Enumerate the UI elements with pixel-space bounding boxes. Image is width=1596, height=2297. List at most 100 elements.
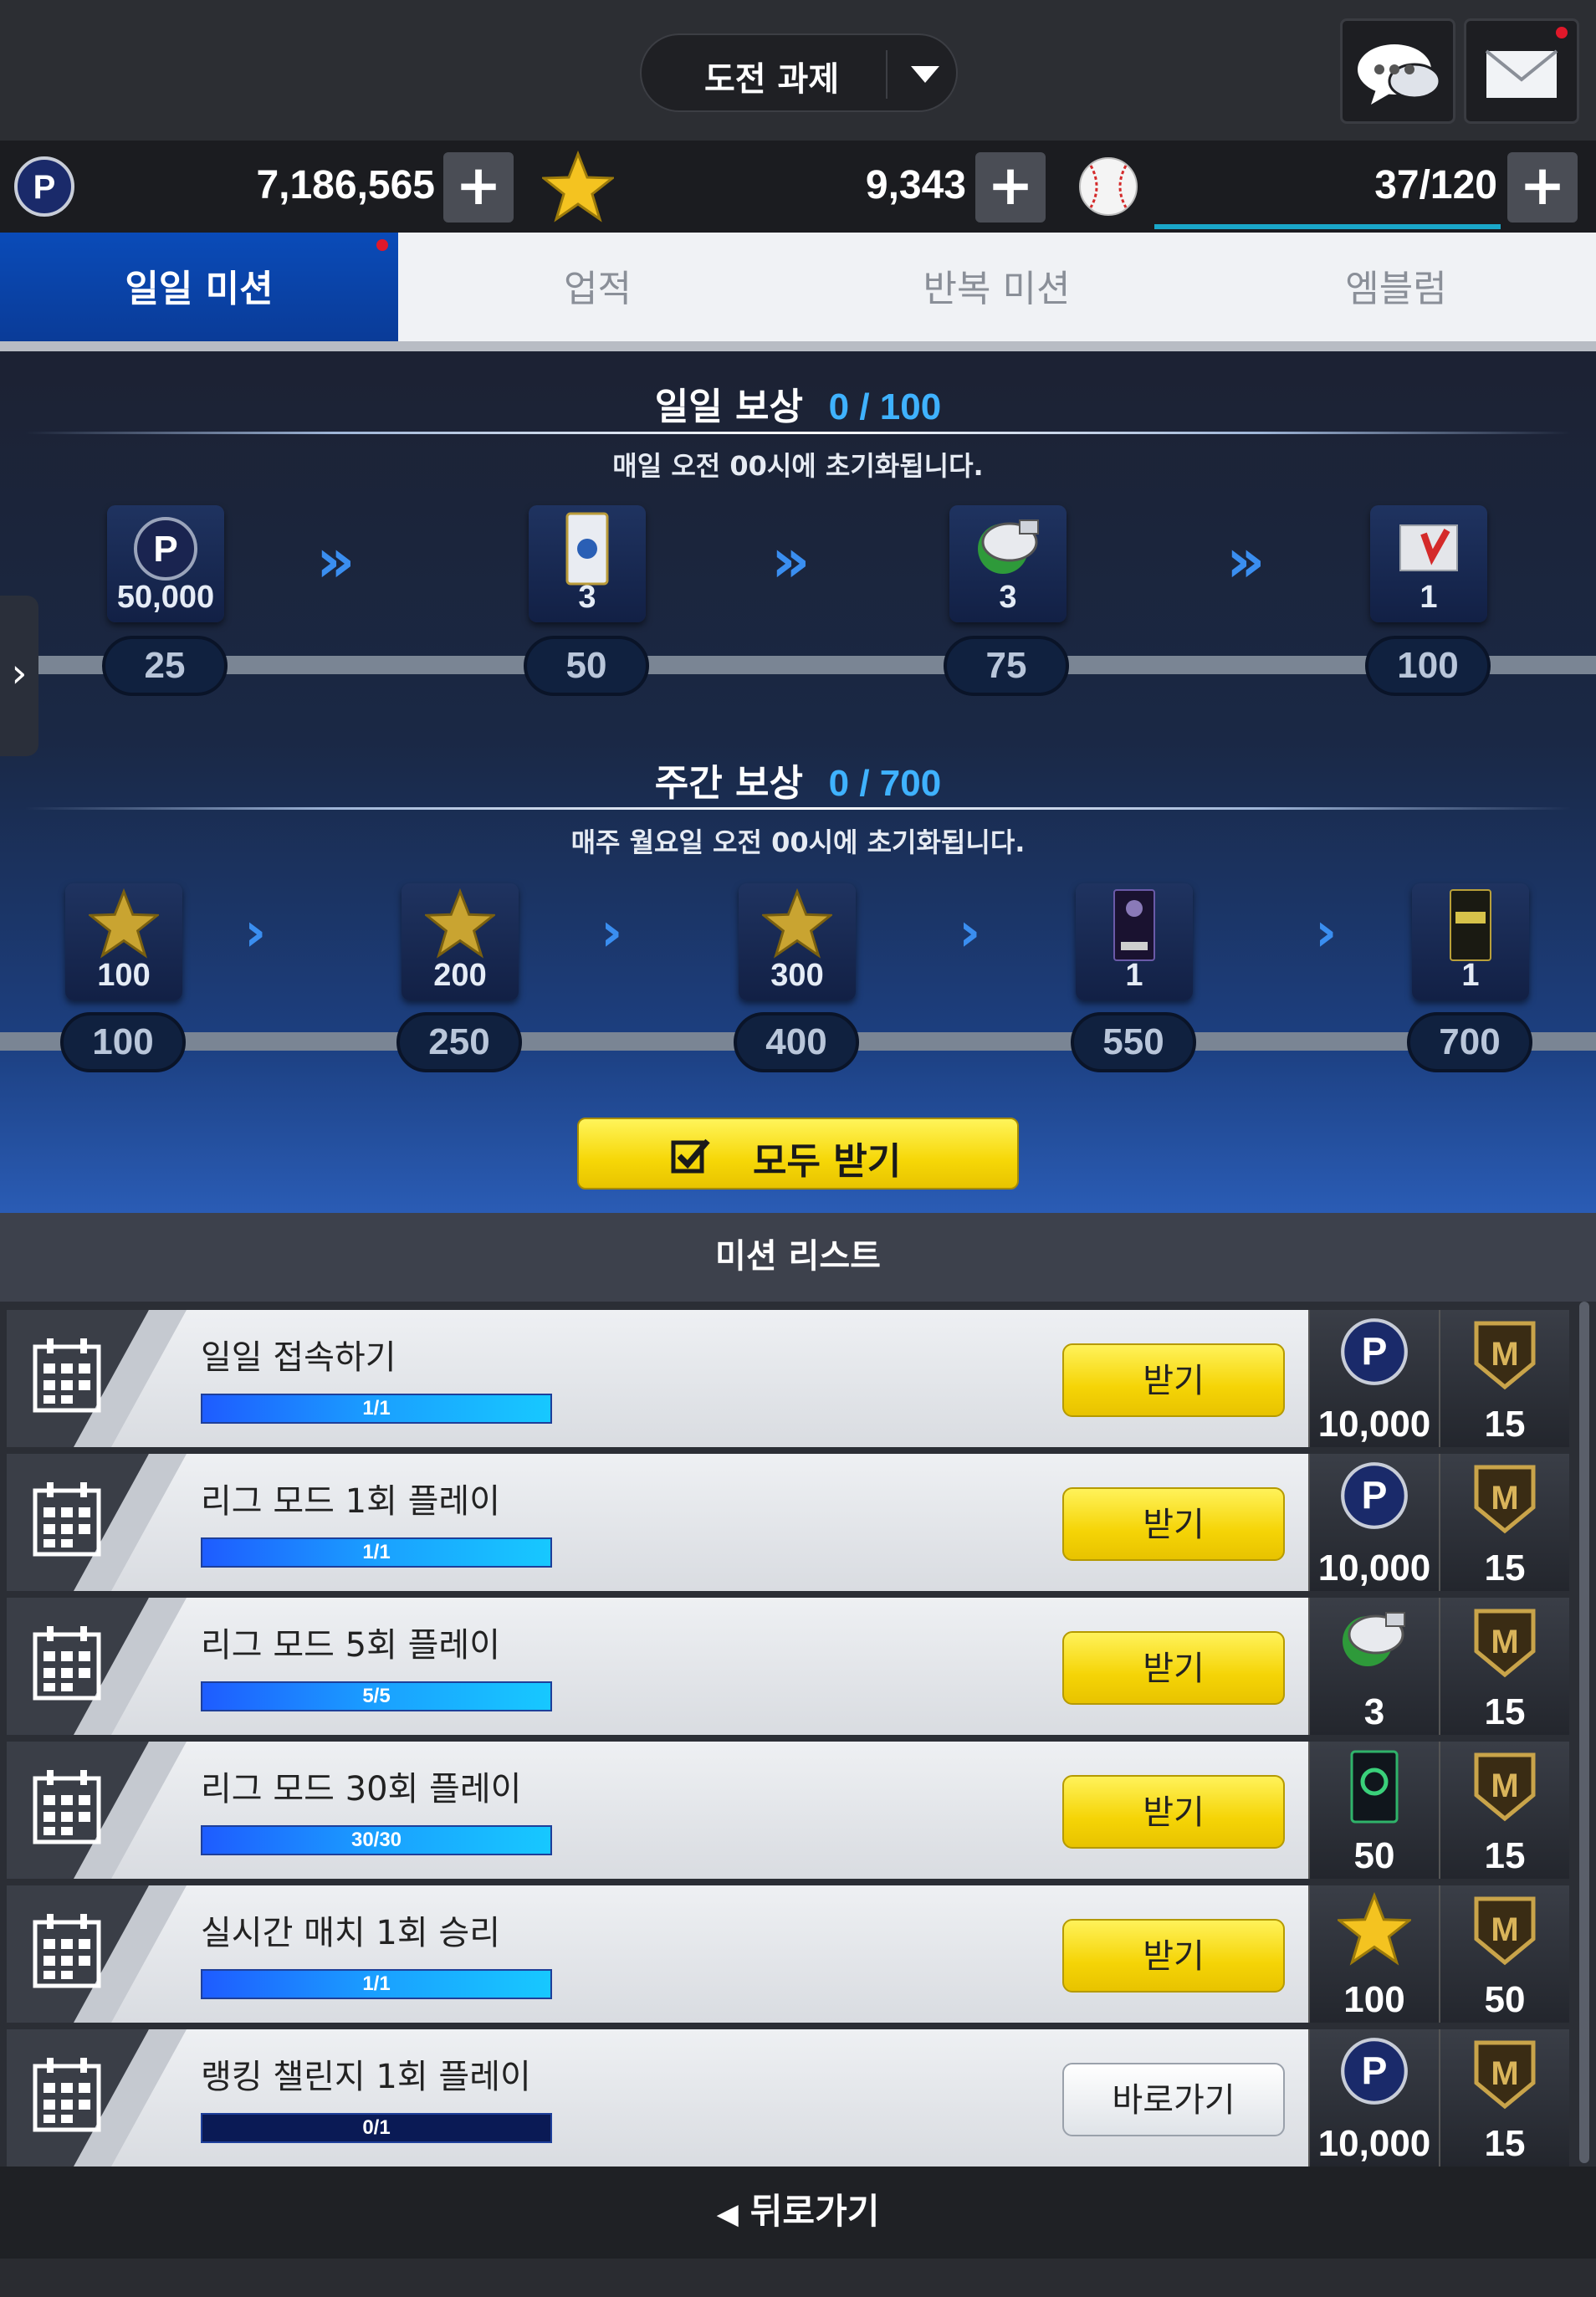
p-coin-icon: P: [1310, 2036, 1439, 2110]
claim-button[interactable]: 받기: [1062, 1487, 1285, 1561]
mail-button[interactable]: [1464, 18, 1579, 124]
claim-button[interactable]: 받기: [1062, 1343, 1285, 1417]
daily-reward-2[interactable]: 3: [529, 505, 646, 622]
stars-value: 9,343: [865, 163, 966, 207]
mission-name: 리그 모드 1회 플레이: [201, 1482, 500, 1521]
list-scrollbar[interactable]: [1579, 1302, 1589, 2163]
mission-row: 리그 모드 5회 플레이 5/5 받기 3 M 15: [7, 1598, 1576, 1735]
tab-label: 일일 미션: [125, 268, 274, 310]
mission-progress-bar: 1/1: [201, 1537, 552, 1568]
tab-emblem[interactable]: 엠블럼: [1196, 233, 1596, 351]
claim-button[interactable]: 받기: [1062, 1631, 1285, 1705]
chevron-right-icon: ›: [601, 902, 623, 964]
daily-reward-1[interactable]: P 50,000: [107, 505, 224, 622]
tab-daily-missions[interactable]: 일일 미션: [0, 233, 398, 351]
claim-all-label: 모두 받기: [753, 1140, 902, 1183]
star-icon: [89, 888, 159, 959]
weekly-reward-5[interactable]: 1: [1412, 883, 1529, 1000]
dropdown-label: 도전 과제: [704, 60, 840, 99]
svg-text:M: M: [1491, 1624, 1518, 1660]
reward-qty: 1: [1125, 958, 1143, 993]
mission-row: 랭킹 챌린지 1회 플레이 0/1 바로가기 P 10,000 M 15: [7, 2029, 1576, 2167]
reward-goal: 75: [944, 636, 1069, 696]
reward-amount: 10,000: [1317, 1404, 1431, 1445]
claim-button[interactable]: 받기: [1062, 1775, 1285, 1849]
reward-qty: 3: [578, 580, 596, 615]
claim-button[interactable]: 받기: [1062, 1919, 1285, 1993]
add-points-button[interactable]: +: [443, 152, 514, 223]
daily-title-text: 일일 보상: [654, 386, 804, 428]
mission-row: 리그 모드 1회 플레이 1/1 받기 P 10,000 M 15: [7, 1454, 1576, 1591]
svg-text:M: M: [1491, 1336, 1518, 1373]
tab-underline: [0, 341, 1596, 351]
side-expand-handle[interactable]: ›: [0, 596, 38, 756]
currency-bar: P 7,186,565 + 9,343 + 37/120 +: [0, 141, 1596, 233]
mission-name: 랭킹 챌린지 1회 플레이: [201, 2058, 531, 2096]
p-coin-icon: P: [1310, 1461, 1439, 1534]
energy-value: 37/120: [1374, 163, 1497, 207]
reward-amount: 100: [1343, 1979, 1405, 2020]
tab-achievements[interactable]: 업적: [398, 233, 797, 351]
reward-slot-2: M 15: [1439, 1454, 1569, 1591]
add-energy-button[interactable]: +: [1507, 152, 1578, 223]
chevron-right-icon: ›: [1315, 902, 1338, 964]
m-badge-icon: M: [1440, 1604, 1569, 1683]
reward-slot-1: P 10,000: [1308, 2029, 1439, 2167]
reward-slot-2: M 15: [1439, 1742, 1569, 1879]
weekly-reward-4[interactable]: 1: [1076, 883, 1193, 1000]
reward-amount: 15: [1484, 1691, 1526, 1732]
tab-repeat-missions[interactable]: 반복 미션: [797, 233, 1196, 351]
reward-amount: 15: [1484, 1548, 1526, 1588]
progress-text: 0/1: [362, 2116, 391, 2139]
star-icon: [542, 151, 614, 223]
category-dropdown[interactable]: 도전 과제: [640, 33, 958, 112]
reward-qty: 1: [1461, 958, 1480, 993]
reward-slot-2: M 15: [1439, 1598, 1569, 1735]
m-badge-icon: M: [1440, 1317, 1569, 1395]
claim-all-button[interactable]: 모두 받기: [577, 1118, 1019, 1189]
svg-text:M: M: [1491, 1911, 1518, 1948]
svg-text:P: P: [1362, 1474, 1388, 1517]
reward-slot-2: M 50: [1439, 1885, 1569, 2023]
dropdown-divider: [886, 50, 888, 99]
svg-text:M: M: [1491, 1480, 1518, 1517]
chat-bubble-icon: [1358, 44, 1441, 105]
tab-label: 반복 미션: [923, 268, 1071, 310]
svg-text:P: P: [1362, 2049, 1388, 2093]
chat-button[interactable]: [1340, 18, 1455, 124]
weekly-reward-3[interactable]: 300: [739, 883, 856, 1000]
mail-icon: [1485, 27, 1568, 98]
mission-progress-bar: 1/1: [201, 1394, 552, 1424]
p-coin-icon: P: [1310, 1317, 1439, 1390]
daily-reset-text: 매일 오전 00시에 초기화됩니다.: [612, 450, 984, 482]
reward-amount: 15: [1484, 2123, 1526, 2164]
mission-row: 리그 모드 30회 플레이 30/30 받기 50 M 15: [7, 1742, 1576, 1879]
double-chevron-icon: »: [316, 525, 356, 596]
double-chevron-icon: »: [1226, 525, 1266, 596]
mission-progress-bar: 5/5: [201, 1681, 552, 1711]
add-stars-button[interactable]: +: [975, 152, 1046, 223]
reward-slot-1: P 10,000: [1308, 1310, 1439, 1447]
weekly-reward-2[interactable]: 200: [402, 883, 519, 1000]
weekly-progress: 0 / 700: [828, 763, 942, 804]
mission-tabs: 일일 미션 업적 반복 미션 엠블럼: [0, 233, 1596, 351]
svg-text:P: P: [1362, 1330, 1388, 1374]
daily-reward-3[interactable]: 3: [949, 505, 1067, 622]
reward-goal: 100: [60, 1012, 186, 1072]
calendar-icon: [33, 1770, 101, 1844]
reward-slot-1: 100: [1308, 1885, 1439, 2023]
reward-goal: 550: [1071, 1012, 1196, 1072]
chevron-right-icon: ›: [244, 902, 267, 964]
points-value: 7,186,565: [256, 163, 435, 207]
goto-button[interactable]: 바로가기: [1062, 2063, 1285, 2136]
calendar-icon: [33, 1914, 101, 1988]
weekly-reward-1[interactable]: 100: [65, 883, 182, 1000]
weekly-title-text: 주간 보상: [654, 762, 804, 805]
svg-text:M: M: [1491, 1768, 1518, 1804]
mission-name: 리그 모드 30회 플레이: [201, 1770, 522, 1808]
weekly-reset-text: 매주 월요일 오전 00시에 초기화됩니다.: [570, 826, 1026, 858]
mission-row: 일일 접속하기 1/1 받기 P 10,000 M 15: [7, 1310, 1576, 1447]
back-button[interactable]: ◀ 뒤로가기: [0, 2167, 1596, 2259]
daily-reward-4[interactable]: 1: [1370, 505, 1487, 622]
mission-row: 실시간 매치 1회 승리 1/1 받기 100 M 50: [7, 1885, 1576, 2023]
